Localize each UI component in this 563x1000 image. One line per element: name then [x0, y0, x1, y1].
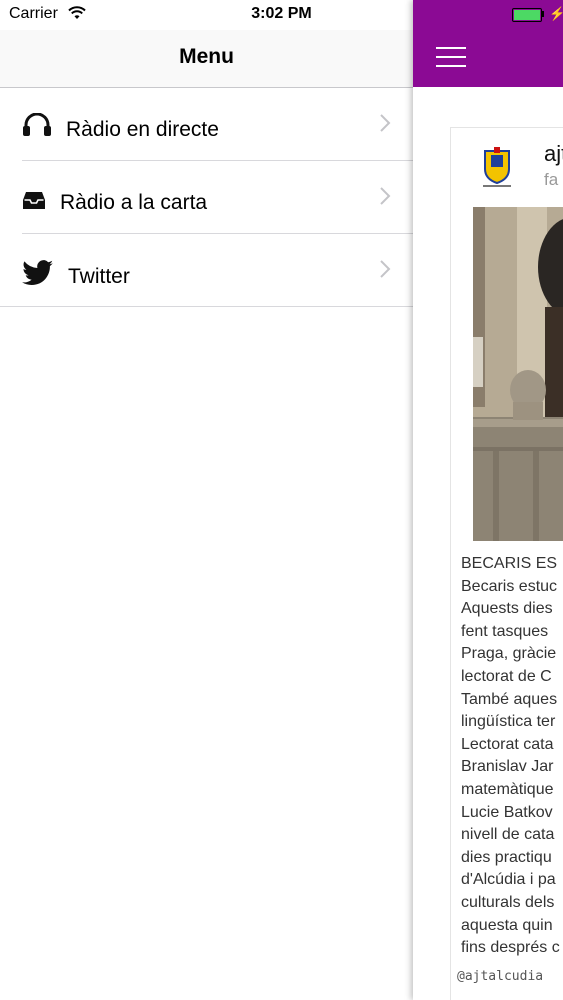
headphones-icon: [22, 112, 52, 142]
tweet-line: Becaris estuc: [461, 577, 558, 595]
menu-item-label: Ràdio en directe: [66, 118, 219, 141]
tweet-line: Branislav Jar: [461, 758, 554, 776]
menu-navigation-bar: Menu: [0, 30, 413, 88]
tweet-line: fent tasques: [461, 622, 549, 640]
tweet-line: Praga, gràcie: [461, 645, 557, 663]
inbox-icon: [22, 191, 46, 216]
hamburger-menu-icon[interactable]: [436, 47, 466, 69]
menu-item-radio-en-directe[interactable]: Ràdio en directe: [0, 88, 413, 161]
row-divider: [0, 306, 413, 307]
tweet-photo[interactable]: [473, 207, 563, 541]
tweet-text: BECARIS ES Becaris estuc Aquests dies fe…: [461, 553, 563, 960]
main-content-panel[interactable]: ⚡ ajt fa: [413, 0, 563, 1000]
charging-icon: ⚡: [549, 6, 563, 21]
tweet-line: culturals dels: [461, 893, 555, 911]
battery-tip: [542, 11, 544, 17]
tweet-line: matemàtique: [461, 780, 554, 798]
tweet-line: lingüística ter: [461, 713, 556, 731]
chevron-right-icon: [379, 259, 391, 284]
side-menu: Carrier Menu Ràdio en directe Ràdio a la…: [0, 0, 413, 1000]
tweet-line: fins després c: [461, 939, 560, 957]
menu-item-radio-a-la-carta[interactable]: Ràdio a la carta: [0, 161, 413, 234]
tweet-card[interactable]: ajt fa BECARIS: [450, 127, 563, 1000]
twitter-bird-icon: [22, 260, 54, 291]
tweet-line: També aques: [461, 690, 558, 708]
chevron-right-icon: [379, 113, 391, 138]
menu-item-label: Twitter: [68, 265, 130, 288]
tweet-line: Lectorat cata: [461, 735, 554, 753]
tweet-line: d'Alcúdia i pa: [461, 871, 556, 889]
tweet-meta: fa: [544, 170, 559, 189]
tweet-line: nivell de cata: [461, 826, 555, 844]
tweet-author[interactable]: ajt: [544, 141, 563, 167]
content-navigation-bar: [413, 30, 563, 87]
tweet-line: BECARIS ES: [461, 555, 558, 572]
battery-icon: [512, 8, 542, 22]
status-bar-right: ⚡: [413, 0, 563, 30]
tweet-line: Aquests dies: [461, 600, 553, 618]
menu-item-label: Ràdio a la carta: [60, 191, 208, 214]
avatar: [479, 145, 515, 189]
chevron-right-icon: [379, 186, 391, 211]
tweet-handle[interactable]: @ajtalcudia: [457, 969, 543, 984]
tweet-line: aquesta quin: [461, 916, 553, 934]
menu-title: Menu: [179, 45, 234, 68]
menu-item-twitter[interactable]: Twitter: [0, 234, 413, 307]
tweet-line: lectorat de C: [461, 667, 552, 685]
tweet-line: dies practiqu: [461, 848, 552, 866]
tweet-line: Lucie Batkov: [461, 803, 553, 821]
